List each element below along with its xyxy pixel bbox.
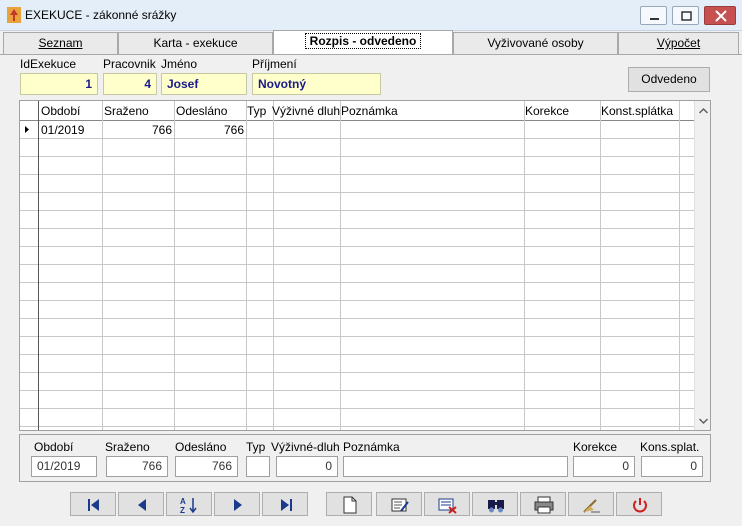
close-button[interactable] (704, 6, 736, 25)
sort-icon: A Z (180, 497, 197, 515)
scroll-arrows (698, 107, 709, 425)
tab-vyzivovane-osoby[interactable]: Vyživované osoby (453, 32, 618, 54)
previous-record-button[interactable] (118, 492, 164, 516)
search-icon (488, 500, 504, 513)
next-record-icon (234, 499, 242, 511)
tab-karta-exekuce[interactable]: Karta - exekuce (118, 32, 273, 54)
detail-obdobi-label: Období (34, 440, 74, 454)
detail-kons-splat-field[interactable]: 0 (641, 456, 703, 477)
detail-kons-splat-label: Kons.splat. (640, 440, 700, 454)
app-icon (7, 7, 21, 23)
cell-obdobi[interactable]: 01/2019 (41, 123, 84, 137)
tab-rozpis-odvedeno[interactable]: Rozpis - odvedeno (273, 30, 453, 54)
next-record-button[interactable] (214, 492, 260, 516)
detail-srazeno-field[interactable]: 766 (106, 456, 168, 477)
pracovnik-label: Pracovnik (103, 57, 156, 71)
odvedeno-button[interactable]: Odvedeno (628, 67, 710, 92)
last-record-icon (281, 499, 292, 511)
detail-poznamka-label: Poznámka (343, 440, 400, 454)
column-header-korekce[interactable]: Korekce (525, 104, 569, 118)
tab-label: Karta - exekuce (153, 36, 238, 50)
tab-label: Seznam (38, 36, 83, 50)
new-record-button[interactable] (326, 492, 372, 516)
tab-label: Vyživované osoby (487, 36, 584, 50)
id-exekuce-label: IdExekuce (20, 57, 77, 71)
detail-poznamka-field[interactable] (343, 456, 568, 477)
column-header-obdobi[interactable]: Období (41, 104, 80, 118)
vertical-scrollbar[interactable] (694, 101, 710, 430)
maximize-icon (681, 11, 692, 21)
row-pointer-icon (25, 126, 29, 133)
column-header-poznamka[interactable]: Poznámka (341, 104, 398, 118)
first-record-icon (88, 499, 99, 511)
tab-divider (0, 54, 742, 55)
delete-record-icon (438, 498, 457, 514)
svg-text:A: A (180, 497, 186, 506)
print-button[interactable] (520, 492, 566, 516)
grid-lines (20, 101, 694, 430)
edit-record-icon (391, 498, 409, 512)
jmeno-label: Jméno (161, 57, 198, 71)
tab-seznam[interactable]: Seznam (3, 32, 118, 54)
tab-label: Rozpis - odvedeno (304, 33, 422, 49)
maximize-button[interactable] (672, 6, 699, 25)
cell-odeslano[interactable]: 766 (176, 123, 244, 137)
column-header-srazeno[interactable]: Sraženo (104, 104, 149, 118)
detail-obdobi-field[interactable]: 01/2019 (31, 456, 97, 477)
delete-record-button[interactable] (424, 492, 470, 516)
tab-label: Výpočet (656, 36, 701, 50)
column-header-vyzivne-dluh[interactable]: Výživné dluh (272, 104, 340, 118)
column-header-odeslano[interactable]: Odesláno (176, 104, 227, 118)
scroll-up-icon (698, 107, 709, 114)
pracovnik-field[interactable]: 4 (103, 73, 157, 95)
detail-srazeno-label: Sraženo (105, 440, 150, 454)
search-button[interactable] (472, 492, 518, 516)
cleanup-icon (583, 499, 600, 513)
sort-button[interactable]: A Z (166, 492, 212, 516)
detail-typ-label: Typ (246, 440, 266, 454)
prijmeni-field[interactable]: Novotný (252, 73, 381, 95)
minimize-button[interactable] (640, 6, 667, 25)
scroll-down-icon (698, 418, 709, 425)
new-record-icon (343, 496, 357, 514)
detail-vyzivne-dluh-field[interactable]: 0 (276, 456, 338, 477)
detail-korekce-field[interactable]: 0 (573, 456, 635, 477)
prijmeni-label: Příjmení (252, 57, 297, 71)
close-icon (715, 10, 727, 22)
edit-record-button[interactable] (376, 492, 422, 516)
cleanup-button[interactable] (568, 492, 614, 516)
detail-odeslano-label: Odesláno (175, 440, 227, 454)
previous-record-icon (138, 499, 146, 511)
detail-vyzivne-dluh-label: Výživné-dluh (271, 440, 340, 454)
column-header-konst-splatka[interactable]: Konst.splátka (601, 104, 673, 118)
detail-korekce-label: Korekce (573, 440, 618, 454)
cell-srazeno[interactable]: 766 (104, 123, 172, 137)
exit-icon (633, 498, 647, 513)
column-header-typ[interactable]: Typ (247, 104, 266, 118)
id-exekuce-field[interactable]: 1 (20, 73, 98, 95)
last-record-button[interactable] (262, 492, 308, 516)
exit-button[interactable] (616, 492, 662, 516)
detail-odeslano-field[interactable]: 766 (175, 456, 238, 477)
jmeno-field[interactable]: Josef (161, 73, 247, 95)
detail-typ-field[interactable] (246, 456, 270, 477)
first-record-button[interactable] (70, 492, 116, 516)
print-icon (534, 496, 554, 514)
window-title: EXEKUCE - zákonné srážky (25, 8, 177, 22)
svg-text:Z: Z (180, 506, 185, 515)
data-grid[interactable]: Období Sraženo Odesláno Typ Výživné dluh… (19, 100, 711, 431)
tab-vypocet[interactable]: Výpočet (618, 32, 739, 54)
minimize-icon (650, 18, 659, 20)
